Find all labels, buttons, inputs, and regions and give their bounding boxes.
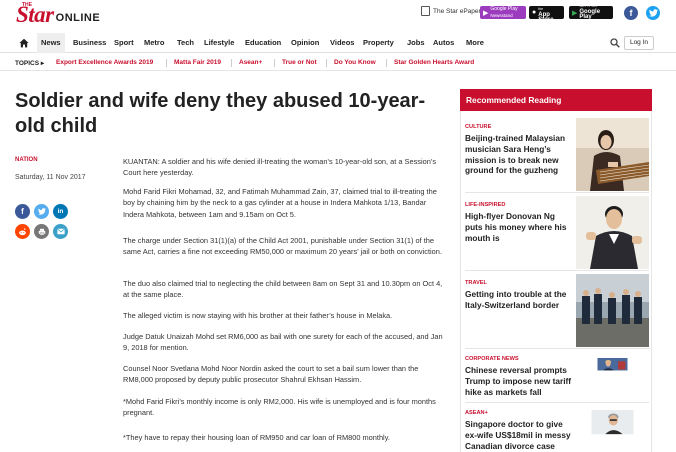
nav-item-property[interactable]: Property [359,33,398,53]
nav-item-jobs[interactable]: Jobs [403,33,429,53]
article-paragraph: The alleged victim is now staying with h… [123,311,393,320]
site-logo[interactable]: THE Star ONLINE [16,2,101,27]
main-nav: News Business Sport Metro Tech Lifestyle Educa… [0,33,676,53]
nav-item-tech[interactable]: Tech [173,33,198,53]
gp1-sub: Newsstand [490,12,513,18]
nav-item-lifestyle[interactable]: Lifestyle [200,33,238,53]
divider [465,402,649,403]
google-play-newsstand-badge[interactable]: ▶ Google Play Newsstand [480,6,526,19]
share-twitter-icon[interactable] [34,204,49,219]
recommended-category[interactable]: LIFE-INSPIRED [465,202,505,208]
share-email-icon[interactable] [53,224,68,239]
article-paragraph: Judge Datuk Unaizah Mohd set RM6,000 as … [123,332,443,353]
facebook-icon[interactable]: f [624,6,638,20]
topic-link[interactable]: Star Golden Hearts Award [394,59,474,66]
topic-link[interactable]: Asean+ [239,59,262,66]
topic-separator [386,59,387,67]
gp2-bottom: Google Play [579,8,601,21]
article-headline: Soldier and wife deny they abused 10-yea… [15,90,426,137]
divider [465,192,649,193]
topic-separator [231,59,232,67]
epaper-label: The Star ePaper [433,7,481,15]
site-header: THE Star ONLINE The Star ePaper ▶ Google… [0,0,676,32]
search-icon[interactable] [610,38,620,48]
nav-item-news[interactable]: News [37,33,65,53]
apple-top: Download on the [538,1,559,12]
article-date: Saturday, 11 Nov 2017 [15,174,86,181]
recommended-title[interactable]: Singapore doctor to give ex-wife US$18mi… [465,419,573,451]
nav-item-opinion[interactable]: Opinion [287,33,323,53]
nav-item-sport[interactable]: Sport [110,33,138,53]
nav-item-education[interactable]: Education [241,33,285,53]
apple-bottom: App Store [538,11,554,24]
article-paragraph: Counsel Noor Svetlana Mohd Noor Nordin a… [123,364,419,385]
recommended-thumbnail[interactable] [576,196,649,269]
epaper-icon [421,6,430,16]
recommended-thumbnail[interactable] [576,358,649,388]
topic-separator [326,59,327,67]
article-paragraph: KUANTAN: A soldier and his wife denied i… [123,157,437,178]
google-play-badge[interactable]: ▶ GET IT ON Google Play [569,4,613,21]
nav-item-business[interactable]: Business [69,33,110,53]
app-store-badge[interactable]: ● Download on the App Store [529,2,564,23]
share-linkedin-icon[interactable]: in [53,204,68,219]
nav-item-more[interactable]: More [462,33,488,53]
recommended-title[interactable]: Getting into trouble at the Italy-Switze… [465,289,573,311]
topic-link[interactable]: Matta Fair 2019 [174,59,221,66]
recommended-category[interactable]: CULTURE [465,124,491,130]
topic-separator [274,59,275,67]
recommended-thumbnail[interactable] [576,410,649,452]
recommended-reading-header: Recommended Reading [460,89,652,111]
section-tag[interactable]: NATION [15,157,38,163]
nav-item-metro[interactable]: Metro [140,33,168,53]
nav-item-autos[interactable]: Autos [429,33,458,53]
recommended-thumbnail[interactable] [576,118,649,191]
share-print-icon[interactable] [34,224,49,239]
recommended-thumbnail[interactable] [576,274,649,347]
logo-online: ONLINE [55,12,101,24]
recommended-title[interactable]: Beijing-trained Malaysian musician Sara … [465,133,573,176]
recommended-category[interactable]: TRAVEL [465,280,487,286]
twitter-icon[interactable] [646,6,660,20]
divider [465,270,649,271]
article-paragraph: *Mohd Farid Fikri’s monthly income is on… [123,397,436,418]
article-paragraph: *They have to repay their housing loan o… [123,433,390,442]
divider [465,348,649,349]
login-button[interactable]: Log In [624,36,654,50]
article-paragraph: The charge under Section 31(1)(a) of the… [123,236,442,257]
topic-link[interactable]: Do You Know [334,59,376,66]
share-reddit-icon[interactable] [15,224,30,239]
recommended-category[interactable]: CORPORATE NEWS [465,356,519,362]
logo-the: THE [22,2,32,8]
article-paragraph: Mohd Farid Fikri Mohamad, 32, and Fatima… [123,187,437,219]
epaper-link[interactable]: The Star ePaper [421,6,481,16]
topic-separator [166,59,167,67]
topics-label: TOPICS ▸ [15,60,45,67]
topics-bar: TOPICS ▸ Export Excellence Awards 2019 Ma… [0,56,676,71]
topic-link[interactable]: Export Excellence Awards 2019 [56,59,153,66]
recommended-title[interactable]: High-flyer Donovan Ng puts his money whe… [465,211,573,243]
apple-icon: ● [532,9,537,16]
play-icon: ▶ [483,9,489,17]
recommended-category[interactable]: ASEAN+ [465,410,488,416]
home-icon[interactable] [19,38,29,48]
article-paragraph: The duo also claimed trial to neglecting… [123,279,443,300]
topic-link[interactable]: True or Not [282,59,317,66]
recommended-title[interactable]: Chinese reversal prompts Trump to impose… [465,365,573,397]
nav-item-videos[interactable]: Videos [326,33,358,53]
share-facebook-icon[interactable]: f [15,204,30,219]
play-icon: ▶ [572,9,578,17]
